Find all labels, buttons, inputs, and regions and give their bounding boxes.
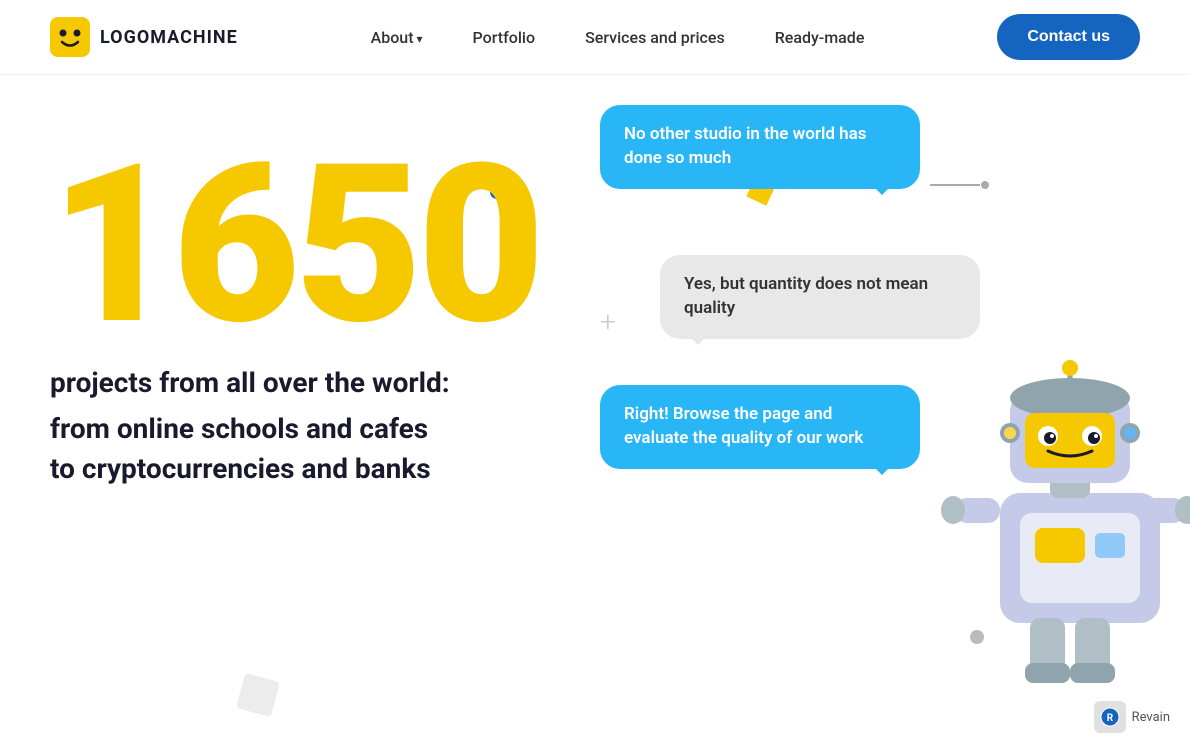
chat-bubble-3: Right! Browse the page and evaluate the … xyxy=(600,385,920,469)
svg-text:R: R xyxy=(1106,713,1113,724)
chat-bubble-1: No other studio in the world has done so… xyxy=(600,105,920,189)
nav-portfolio[interactable]: Portfolio xyxy=(473,28,536,47)
chat-bubble-2: Yes, but quantity does not mean quality xyxy=(660,255,980,339)
nav-services[interactable]: Services and prices xyxy=(585,28,725,47)
revain-label: Revain xyxy=(1132,710,1170,725)
robot-illustration xyxy=(940,333,1190,713)
nav-links: About Portfolio Services and prices Read… xyxy=(371,28,865,47)
navbar: LOGOMACHINE About Portfolio Services and… xyxy=(0,0,1190,75)
logo-text: LOGOMACHINE xyxy=(100,27,238,48)
logo-icon xyxy=(50,17,90,57)
nav-about[interactable]: About xyxy=(371,28,423,47)
big-number: 1650 xyxy=(50,135,550,355)
contact-button[interactable]: Contact us xyxy=(997,14,1140,60)
revain-icon: R xyxy=(1094,701,1126,733)
hero-right: No other studio in the world has done so… xyxy=(600,75,1190,753)
hero-left: 1650 projects from all over the world: f… xyxy=(0,75,600,753)
revain-badge: R Revain xyxy=(1094,701,1170,733)
hero-description: from online schools and cafesto cryptocu… xyxy=(50,409,550,487)
nav-readymade[interactable]: Ready-made xyxy=(775,28,865,47)
hero-section: 1650 projects from all over the world: f… xyxy=(0,75,1190,753)
logo[interactable]: LOGOMACHINE xyxy=(50,17,238,57)
deco-white-square xyxy=(236,673,280,717)
